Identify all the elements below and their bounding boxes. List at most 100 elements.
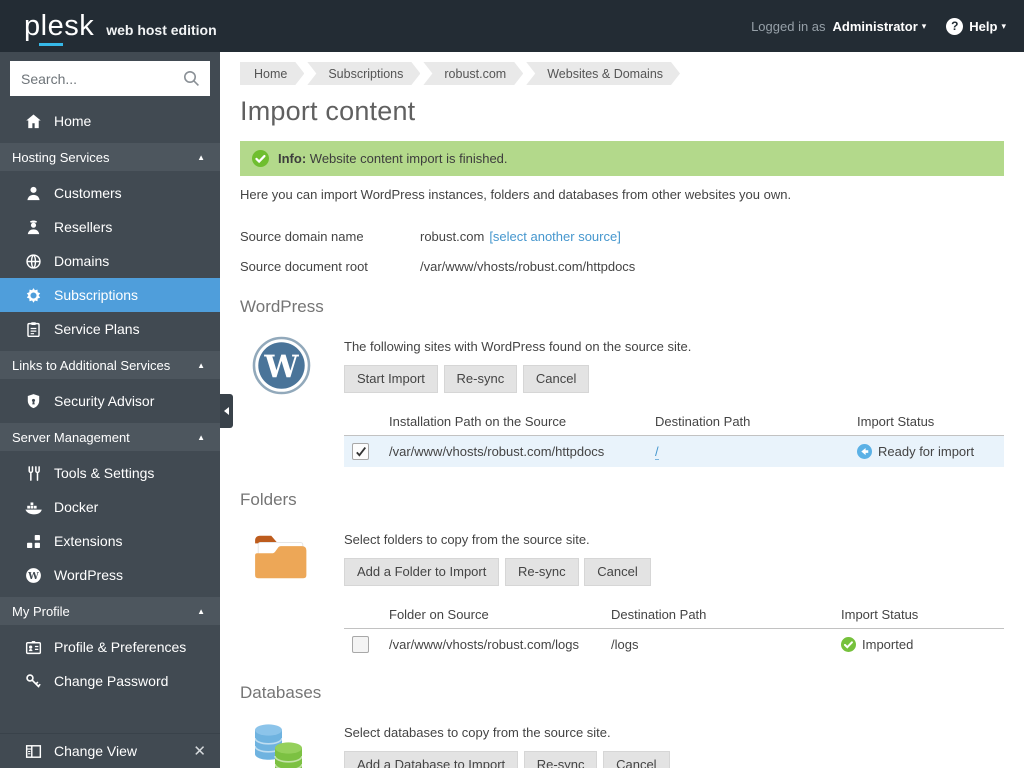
svg-text:W: W xyxy=(27,570,39,581)
source-root-value: /var/www/vhosts/robust.com/httpdocs xyxy=(420,259,636,274)
wordpress-col-destination: Destination Path xyxy=(647,409,849,436)
sidebar-header-hosting-services[interactable]: Hosting Services ▲ xyxy=(0,143,220,171)
docker-whale-icon xyxy=(25,501,42,514)
breadcrumb-websites-domains[interactable]: Websites & Domains xyxy=(526,62,680,85)
sidebar-header-additional-services[interactable]: Links to Additional Services ▲ xyxy=(0,351,220,379)
wordpress-logo: W xyxy=(252,336,311,395)
wordpress-section: W The following sites with WordPress fou… xyxy=(240,336,1004,467)
source-root-label: Source document root xyxy=(240,259,368,274)
check-circle-icon xyxy=(252,150,269,167)
folder-icon xyxy=(255,535,307,579)
databases-cancel-button[interactable]: Cancel xyxy=(603,751,670,768)
tools-icon xyxy=(28,465,40,481)
sidebar-item-home[interactable]: Home xyxy=(0,104,220,138)
search-icon xyxy=(184,71,199,86)
source-domain-row: Source domain name robust.com [select an… xyxy=(240,229,1004,244)
wordpress-row-source: /var/www/vhosts/robust.com/httpdocs xyxy=(381,435,647,467)
edition-label: web host edition xyxy=(106,22,217,38)
sidebar-item-extensions[interactable]: Extensions xyxy=(0,524,220,558)
plesk-logo: plesk xyxy=(24,9,95,46)
chevron-up-icon: ▲ xyxy=(197,606,205,616)
sidebar-item-tools-settings[interactable]: Tools & Settings xyxy=(0,456,220,490)
home-icon xyxy=(26,113,41,128)
resellers-icon xyxy=(27,219,40,234)
help-label: Help xyxy=(969,18,998,34)
sidebar-item-subscriptions[interactable]: Subscriptions xyxy=(0,278,220,312)
wordpress-col-status: Import Status xyxy=(849,409,1004,436)
folders-col-source: Folder on Source xyxy=(381,602,603,629)
databases-heading: Databases xyxy=(240,683,322,702)
start-import-button[interactable]: Start Import xyxy=(344,365,438,393)
logged-in-as-label: Logged in as xyxy=(751,18,826,34)
breadcrumb-home[interactable]: Home xyxy=(240,62,304,85)
top-bar: plesk web host edition Logged in as Admi… xyxy=(0,0,1024,52)
wordpress-resync-button[interactable]: Re-sync xyxy=(443,365,518,393)
sidebar-item-resellers[interactable]: Resellers xyxy=(0,210,220,244)
folders-col-status: Import Status xyxy=(833,602,1004,629)
sidebar-header-my-profile[interactable]: My Profile ▲ xyxy=(0,597,220,625)
sidebar-collapse-handle[interactable] xyxy=(220,394,233,428)
chevron-down-icon: ▾ xyxy=(921,20,927,31)
chevron-up-icon: ▲ xyxy=(197,152,205,162)
wordpress-table: Installation Path on the Source Destinat… xyxy=(344,409,1004,467)
folders-section: Select folders to copy from the source s… xyxy=(240,529,1004,660)
wordpress-row-status: Ready for import xyxy=(857,444,996,459)
sidebar-item-wordpress[interactable]: W WordPress xyxy=(0,558,220,592)
intro-text: Here you can import WordPress instances,… xyxy=(240,187,792,202)
wordpress-description: The following sites with WordPress found… xyxy=(344,339,692,354)
search-box xyxy=(0,52,220,104)
sidebar-item-domains[interactable]: Domains xyxy=(0,244,220,278)
add-folder-button[interactable]: Add a Folder to Import xyxy=(344,558,500,586)
select-another-source-link[interactable]: [select another source] xyxy=(489,229,621,244)
banner-text: Info: Website content import is finished… xyxy=(278,151,508,166)
sidebar-item-docker[interactable]: Docker xyxy=(0,490,220,524)
wordpress-icon: W xyxy=(26,567,41,583)
sidebar-header-server-management[interactable]: Server Management ▲ xyxy=(0,423,220,451)
folders-row-destination: /logs xyxy=(611,637,639,652)
page-title: Import content xyxy=(240,96,416,126)
shield-icon xyxy=(27,393,40,408)
clipboard-icon xyxy=(27,321,40,337)
close-icon[interactable]: ✕ xyxy=(193,744,206,759)
sidebar-item-profile-preferences[interactable]: Profile & Preferences xyxy=(0,630,220,664)
wordpress-heading: WordPress xyxy=(240,297,324,316)
breadcrumb-subscriptions[interactable]: Subscriptions xyxy=(307,62,420,85)
wordpress-button-group: Start Import Re-sync Cancel xyxy=(344,365,1004,393)
gear-icon xyxy=(26,287,41,303)
table-row: /var/www/vhosts/robust.com/httpdocs / Re… xyxy=(344,435,1004,467)
wordpress-row-destination-link[interactable]: / xyxy=(655,444,659,460)
sidebar-item-customers[interactable]: Customers xyxy=(0,176,220,210)
folders-resync-button[interactable]: Re-sync xyxy=(504,558,579,586)
folders-row-checkbox[interactable] xyxy=(352,636,369,653)
chevron-up-icon: ▲ xyxy=(197,360,205,370)
sidebar-item-change-password[interactable]: Change Password xyxy=(0,664,220,698)
user-menu[interactable]: Administrator xyxy=(833,19,918,34)
main-content: Home Subscriptions robust.com Websites &… xyxy=(220,52,1024,768)
sidebar-item-service-plans[interactable]: Service Plans xyxy=(0,312,220,346)
databases-description: Select databases to copy from the source… xyxy=(344,725,611,740)
breadcrumb: Home Subscriptions robust.com Websites &… xyxy=(240,62,1004,85)
source-domain-value: robust.com xyxy=(420,229,485,244)
wordpress-row-checkbox[interactable] xyxy=(352,443,369,460)
change-view-button[interactable]: Change View ✕ xyxy=(0,733,220,768)
search-input[interactable] xyxy=(10,61,210,96)
layout-icon xyxy=(25,744,42,758)
svg-text:W: W xyxy=(263,349,299,385)
databases-section: Select databases to copy from the source… xyxy=(240,722,1004,768)
chevron-down-icon: ▾ xyxy=(1001,20,1006,31)
source-root-row: Source document root /var/www/vhosts/rob… xyxy=(240,259,1004,274)
databases-resync-button[interactable]: Re-sync xyxy=(523,751,598,768)
folders-row-status: Imported xyxy=(841,637,996,652)
blocks-icon xyxy=(27,534,40,548)
help-menu[interactable]: ? Help ▾ xyxy=(946,17,1006,35)
sidebar-item-security-advisor[interactable]: Security Advisor xyxy=(0,384,220,418)
sidebar: Home Hosting Services ▲ Customers Resell… xyxy=(0,52,220,768)
breadcrumb-domain[interactable]: robust.com xyxy=(423,62,523,85)
folders-checkbox-column xyxy=(344,602,381,629)
add-database-button[interactable]: Add a Database to Import xyxy=(344,751,519,768)
question-icon: ? xyxy=(946,17,964,35)
folders-cancel-button[interactable]: Cancel xyxy=(584,558,651,586)
folders-table: Folder on Source Destination Path Import… xyxy=(344,602,1004,660)
wordpress-cancel-button[interactable]: Cancel xyxy=(522,365,590,393)
table-row: /var/www/vhosts/robust.com/logs /logs Im… xyxy=(344,629,1004,661)
